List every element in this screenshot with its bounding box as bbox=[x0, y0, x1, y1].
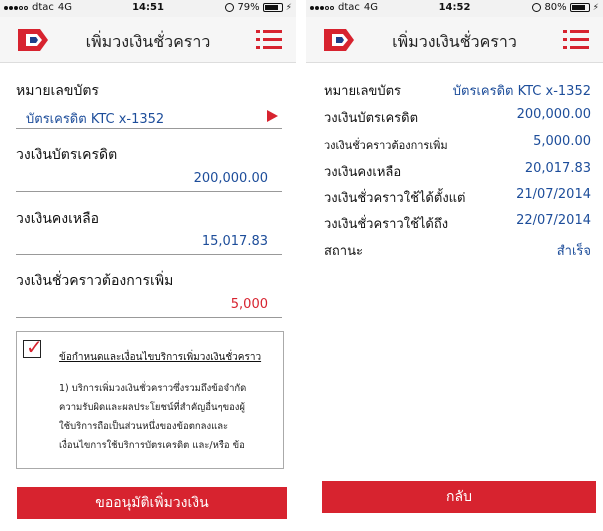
status-label: สถานะ bbox=[324, 244, 363, 259]
terms-box[interactable]: ✓ ข้อกำหนดและเงื่อนไขบริการเพิ่มวงเงินชั… bbox=[16, 331, 284, 469]
request-amount-value: 5,000 bbox=[230, 297, 268, 312]
terms-line: ใช้บริการถือเป็นส่วนหนึ่งของข้อตกลงและ bbox=[59, 421, 229, 432]
status-value: สำเร็จ bbox=[556, 244, 591, 259]
alarm-icon bbox=[225, 3, 235, 12]
battery-percent: 79% bbox=[237, 2, 260, 13]
terms-line: 1) บริการเพิ่มวงเงินชั่วคราวซึ่งรวมถึงข้… bbox=[59, 383, 247, 394]
terms-line: ความรับผิดและผลประโยชน์ที่สำคัญอื่นๆของผ… bbox=[59, 402, 245, 413]
card-select-value: บัตรเครดิต KTC x-1352 bbox=[26, 112, 165, 127]
remaining-limit-label: วงเงินคงเหลือ bbox=[16, 211, 100, 227]
summary-value: 21/07/2014 bbox=[516, 187, 591, 202]
summary-label: วงเงินชั่วคราวใช้ได้ถึง bbox=[324, 217, 449, 232]
checkbox-tick-icon: ✓ bbox=[26, 335, 43, 359]
alarm-icon bbox=[532, 3, 542, 12]
summary-value: 22/07/2014 bbox=[516, 213, 591, 228]
remaining-limit-value: 15,017.83 bbox=[201, 234, 268, 249]
summary-row: วงเงินบัตรเครดิต 200,000.00 bbox=[324, 107, 591, 129]
summary-row: วงเงินชั่วคราวใช้ได้ตั้งแต่ 21/07/2014 bbox=[324, 187, 591, 209]
remaining-limit-field: 15,017.83 bbox=[16, 229, 282, 255]
nav-bar: เพิ่มวงเงินชั่วคราว bbox=[0, 17, 296, 63]
credit-limit-field: 200,000.00 bbox=[16, 166, 282, 192]
request-approval-button[interactable]: ขออนุมัติเพิ่มวงเงิน bbox=[17, 487, 287, 519]
battery-percent: 80% bbox=[544, 2, 567, 13]
card-select[interactable]: บัตรเครดิต KTC x-1352 bbox=[16, 103, 282, 129]
summary-value: 20,017.83 bbox=[524, 161, 591, 176]
summary-label: วงเงินชั่วคราวใช้ได้ตั้งแต่ bbox=[324, 191, 466, 206]
summary-label: วงเงินคงเหลือ bbox=[324, 165, 402, 180]
summary-row: วงเงินชั่วคราวต้องการเพิ่ม 5,000.00 bbox=[324, 134, 591, 156]
page-title: เพิ่มวงเงินชั่วคราว bbox=[85, 32, 211, 51]
summary-label: วงเงินบัตรเครดิต bbox=[324, 111, 419, 126]
screen-request-form: dtac 4G 14:51 79% ⚡ เพิ่มวงเงินชั่วคราว … bbox=[0, 0, 296, 531]
credit-limit-label: วงเงินบัตรเครดิต bbox=[16, 147, 118, 163]
credit-limit-value: 200,000.00 bbox=[193, 171, 268, 186]
dropdown-arrow-icon[interactable] bbox=[267, 110, 278, 122]
summary-label: วงเงินชั่วคราวต้องการเพิ่ม bbox=[324, 139, 448, 152]
divider bbox=[296, 0, 306, 531]
terms-line: เงื่อนไขการใช้บริการบัตรเครดิต และ/หรือ … bbox=[59, 440, 245, 451]
battery-icon bbox=[569, 3, 590, 12]
status-bar: dtac 4G 14:51 79% ⚡ bbox=[0, 0, 296, 17]
menu-icon[interactable] bbox=[563, 30, 589, 50]
battery-icon bbox=[262, 3, 283, 12]
terms-title: ข้อกำหนดและเงื่อนไขบริการเพิ่มวงเงินชั่ว… bbox=[59, 352, 262, 363]
back-button[interactable]: กลับ bbox=[322, 481, 596, 513]
page-title: เพิ่มวงเงินชั่วคราว bbox=[392, 32, 517, 51]
menu-icon[interactable] bbox=[256, 30, 282, 50]
charging-icon: ⚡ bbox=[285, 2, 292, 13]
terms-checkbox[interactable]: ✓ bbox=[23, 335, 43, 359]
nav-bar: เพิ่มวงเงินชั่วคราว bbox=[306, 17, 603, 63]
summary-row: สถานะ สำเร็จ bbox=[324, 240, 591, 262]
terms-text: 1) บริการเพิ่มวงเงินชั่วคราวซึ่งรวมถึงข้… bbox=[59, 379, 273, 455]
summary-value: บัตรเครดิต KTC x-1352 bbox=[452, 84, 591, 99]
request-amount-input[interactable]: 5,000 bbox=[16, 292, 282, 318]
summary-row: หมายเลขบัตร บัตรเครดิต KTC x-1352 bbox=[324, 80, 591, 102]
screen-result: dtac 4G 14:52 80% ⚡ เพิ่มวงเงินชั่วคราว … bbox=[306, 0, 603, 531]
request-amount-label: วงเงินชั่วคราวต้องการเพิ่ม bbox=[16, 273, 174, 289]
summary-row: วงเงินชั่วคราวใช้ได้ถึง 22/07/2014 bbox=[324, 213, 591, 235]
summary-label: หมายเลขบัตร bbox=[324, 84, 402, 99]
summary-row: วงเงินคงเหลือ 20,017.83 bbox=[324, 161, 591, 183]
charging-icon: ⚡ bbox=[592, 2, 599, 13]
status-bar: dtac 4G 14:52 80% ⚡ bbox=[306, 0, 603, 17]
summary-value: 200,000.00 bbox=[516, 107, 591, 122]
card-number-label: หมายเลขบัตร bbox=[16, 83, 99, 99]
summary-value: 5,000.00 bbox=[533, 134, 591, 149]
